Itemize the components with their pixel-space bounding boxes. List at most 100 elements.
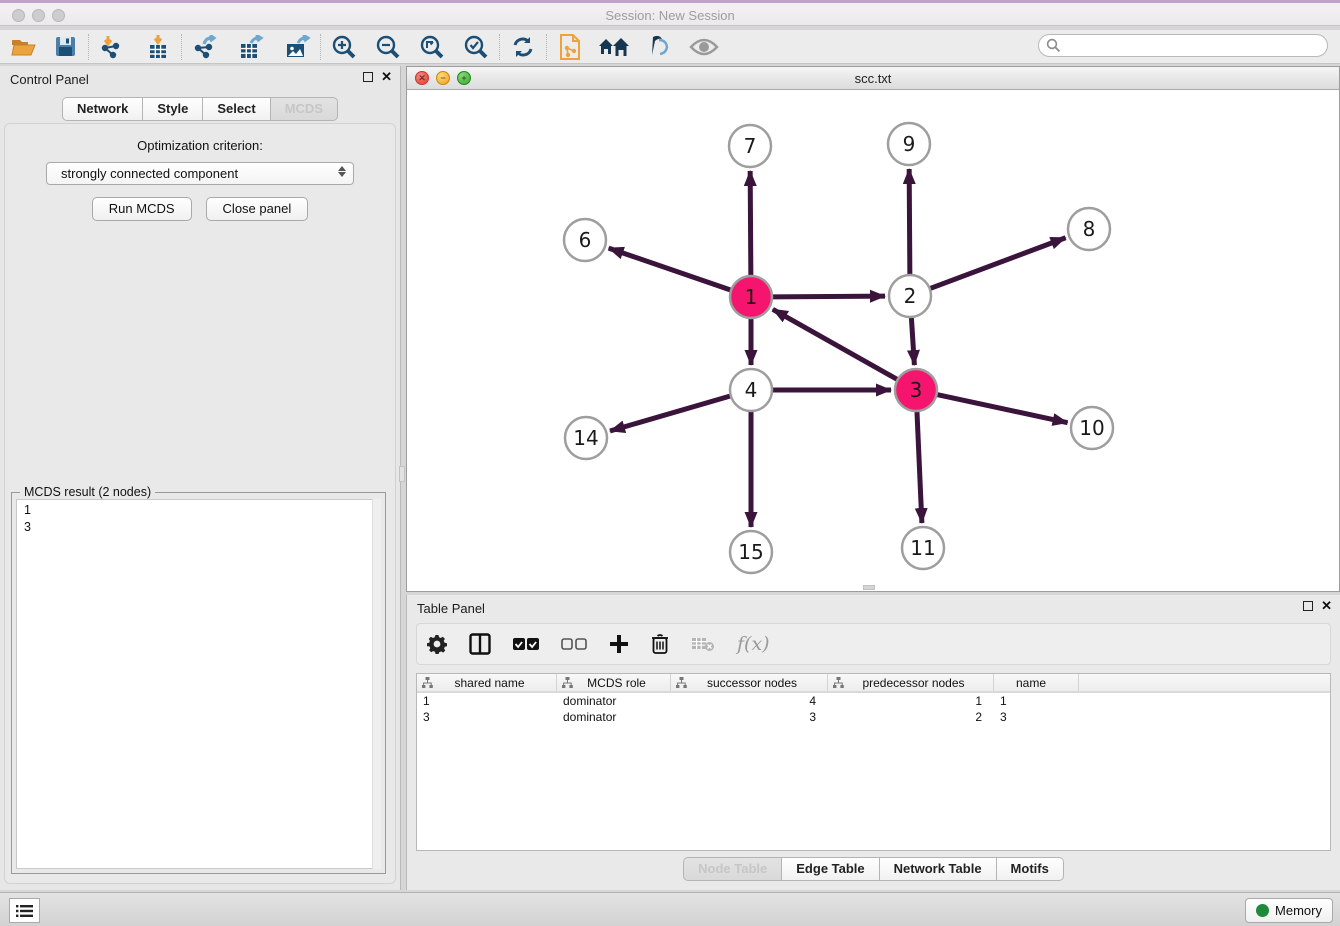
table-panel-title: Table Panel: [417, 601, 485, 616]
add-column-icon[interactable]: [609, 634, 629, 654]
network-snapshot-icon[interactable]: [553, 32, 587, 62]
zoom-fit-icon[interactable]: [415, 32, 449, 62]
table-toolbar: f(x): [416, 623, 1331, 665]
float-table-panel-icon[interactable]: [1303, 601, 1313, 611]
column-header-mcds-role[interactable]: MCDS role: [557, 674, 671, 691]
cell-shared-name: 1: [417, 693, 557, 709]
search-input[interactable]: [1038, 34, 1328, 57]
optimization-criterion-label: Optimization criterion:: [5, 138, 395, 153]
graph-edge-2-9[interactable]: [909, 169, 910, 274]
tab-edge-table[interactable]: Edge Table: [781, 857, 878, 881]
tab-style[interactable]: Style: [142, 97, 202, 121]
show-hide-eye-icon[interactable]: [687, 32, 721, 62]
network-graph[interactable]: 7968124314101511: [407, 90, 1339, 591]
settings-gear-icon[interactable]: [427, 634, 447, 654]
application-window: Session: New Session: [0, 0, 1340, 926]
export-table-icon[interactable]: [234, 32, 268, 62]
run-mcds-button[interactable]: Run MCDS: [92, 197, 192, 221]
import-table-icon[interactable]: [141, 32, 175, 62]
table-panel-titlebar: Table Panel ✕: [407, 595, 1340, 621]
panel-divider-grip[interactable]: [399, 466, 405, 482]
export-image-icon[interactable]: [280, 32, 314, 62]
network-canvas[interactable]: 7968124314101511: [407, 90, 1339, 591]
toolbar-separator: [546, 34, 547, 60]
mcds-result-title: MCDS result (2 nodes): [20, 485, 155, 499]
graph-edge-3-11[interactable]: [917, 412, 922, 523]
zoom-in-icon[interactable]: [327, 32, 361, 62]
home-overview-icon[interactable]: [597, 32, 631, 62]
zoom-selected-icon[interactable]: [459, 32, 493, 62]
cell-successor-nodes: 4: [671, 693, 828, 709]
mcds-panel: Optimization criterion: strongly connect…: [4, 123, 396, 884]
save-icon[interactable]: [48, 32, 82, 62]
tab-node-table[interactable]: Node Table: [683, 857, 781, 881]
graph-edge-1-2[interactable]: [773, 296, 885, 297]
tab-mcds[interactable]: MCDS: [270, 97, 338, 121]
table-row[interactable]: 3 dominator 3 2 3: [417, 709, 1330, 725]
close-panel-icon[interactable]: ✕: [381, 71, 392, 83]
memory-status-icon: [1256, 904, 1269, 917]
cell-predecessor-nodes: 1: [828, 693, 994, 709]
cell-mcds-role: dominator: [557, 693, 671, 709]
hierarchy-icon: [676, 677, 687, 688]
network-view-window: ✕ − + scc.txt 7968124314101511: [406, 66, 1340, 592]
column-header-predecessor-nodes[interactable]: predecessor nodes: [828, 674, 994, 691]
memory-button[interactable]: Memory: [1245, 898, 1333, 923]
table-row[interactable]: 1 dominator 4 1 1: [417, 693, 1330, 709]
tab-motifs[interactable]: Motifs: [996, 857, 1064, 881]
export-network-icon[interactable]: [188, 32, 222, 62]
node-table: shared name MCDS role successor nodes pr…: [416, 673, 1331, 851]
graph-node-label-2: 2: [904, 284, 917, 308]
criterion-value: strongly connected component: [61, 166, 238, 181]
task-history-button[interactable]: [9, 898, 40, 923]
flag-icon[interactable]: [641, 32, 675, 62]
control-panel-title: Control Panel: [10, 72, 89, 87]
split-columns-icon[interactable]: [469, 633, 491, 655]
graph-node-label-15: 15: [738, 540, 763, 564]
network-window-titlebar[interactable]: ✕ − + scc.txt: [407, 67, 1339, 90]
select-stepper-icon: [338, 166, 346, 177]
column-header-successor-nodes[interactable]: successor nodes: [671, 674, 828, 691]
tab-network[interactable]: Network: [62, 97, 142, 121]
graph-node-label-14: 14: [573, 426, 598, 450]
graph-node-label-4: 4: [745, 378, 758, 402]
control-panel: Control Panel ✕ Network Style Select MCD…: [0, 66, 401, 890]
graph-node-label-1: 1: [745, 285, 758, 309]
graph-edge-1-6[interactable]: [609, 248, 731, 290]
clear-table-icon[interactable]: [691, 636, 715, 652]
column-header-name[interactable]: name: [994, 674, 1079, 691]
float-panel-icon[interactable]: [363, 72, 373, 82]
graph-node-label-3: 3: [910, 378, 923, 402]
memory-label: Memory: [1275, 903, 1322, 918]
close-panel-button[interactable]: Close panel: [206, 197, 309, 221]
graph-edge-1-7[interactable]: [750, 171, 751, 275]
search-icon: [1046, 38, 1061, 53]
zoom-out-icon[interactable]: [371, 32, 405, 62]
refresh-layout-icon[interactable]: [506, 32, 540, 62]
select-all-columns-icon[interactable]: [513, 637, 539, 651]
tab-network-table[interactable]: Network Table: [879, 857, 996, 881]
criterion-select[interactable]: strongly connected component: [46, 162, 354, 185]
cell-predecessor-nodes: 2: [828, 709, 994, 725]
graph-edge-2-3[interactable]: [911, 318, 914, 365]
cell-mcds-role: dominator: [557, 709, 671, 725]
mcds-result-text[interactable]: 1 3: [16, 499, 381, 869]
close-table-panel-icon[interactable]: ✕: [1321, 600, 1332, 612]
control-panel-titlebar: Control Panel ✕: [0, 66, 400, 92]
graph-edge-4-14[interactable]: [610, 396, 730, 431]
graph-node-label-7: 7: [744, 134, 757, 158]
column-header-shared-name[interactable]: shared name: [417, 674, 557, 691]
cell-name: 3: [994, 709, 1079, 725]
deselect-all-columns-icon[interactable]: [561, 637, 587, 651]
result-scrollbar[interactable]: [372, 499, 381, 869]
function-builder-icon[interactable]: f(x): [737, 633, 770, 655]
toolbar-separator: [88, 34, 89, 60]
graph-edge-3-10[interactable]: [938, 395, 1068, 423]
network-resize-grip[interactable]: [863, 585, 875, 590]
graph-edge-2-8[interactable]: [931, 238, 1066, 289]
delete-column-icon[interactable]: [651, 633, 669, 655]
graph-edge-3-1[interactable]: [773, 309, 897, 379]
open-folder-icon[interactable]: [6, 32, 40, 62]
import-network-icon[interactable]: [95, 32, 129, 62]
tab-select[interactable]: Select: [202, 97, 269, 121]
